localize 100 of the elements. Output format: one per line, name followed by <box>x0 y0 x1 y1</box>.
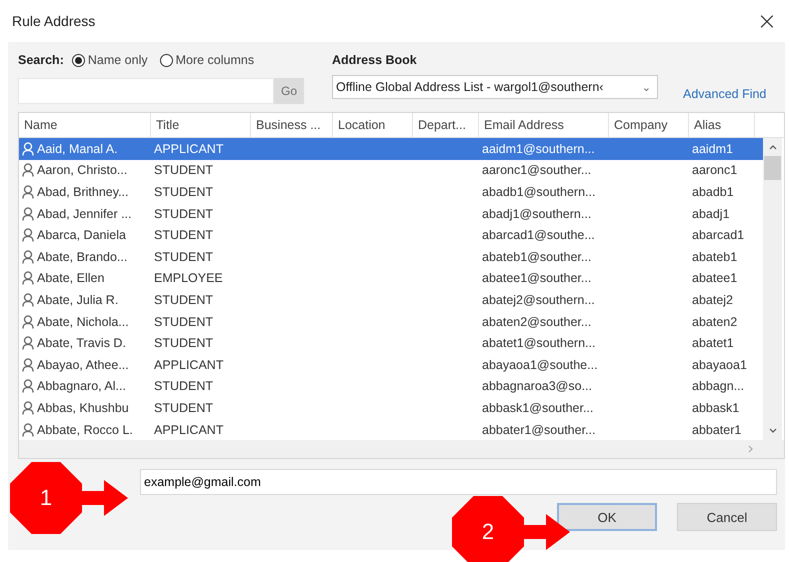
table-cell: APPLICANT <box>154 358 224 372</box>
person-icon <box>22 358 34 372</box>
advanced-find-link[interactable]: Advanced Find <box>683 87 766 101</box>
table-cell: abatee1@souther... <box>482 271 592 286</box>
scroll-right-icon[interactable] <box>748 445 754 454</box>
vertical-scrollbar[interactable] <box>763 138 782 440</box>
table-cell: Abate, Ellen <box>37 271 104 286</box>
table-cell: STUDENT <box>154 250 214 264</box>
contact-row[interactable]: Abate, Brando... STUDENT abateb1@souther... abateb1 <box>19 246 763 268</box>
contact-row[interactable]: Abbagnaro, Al... STUDENT abbagnaroa3@so... abbagn... <box>19 376 763 398</box>
table-cell: Abate, Nichola... <box>37 314 129 329</box>
table-cell: STUDENT <box>154 228 214 242</box>
table-cell: abayaoa1@southe... <box>482 358 598 372</box>
person-icon <box>22 271 34 286</box>
radio-label[interactable]: Name only <box>88 53 148 67</box>
contact-row[interactable]: Abad, Jennifer ... STUDENT abadj1@southern... abadj1 <box>19 202 763 224</box>
step-badge: 2 <box>452 496 524 562</box>
table-cell: abateb1@souther... <box>482 250 592 264</box>
table-cell: abatej2@southern... <box>482 292 595 307</box>
contact-row[interactable]: Abate, Julia R. STUDENT abatej2@southern... abatej2 <box>19 289 763 311</box>
table-cell: abbagn... <box>692 379 744 394</box>
column-header[interactable]: Name <box>19 113 151 137</box>
column-header[interactable]: Company <box>609 113 689 137</box>
person-icon <box>22 163 34 178</box>
table-cell: Abad, Brithney... <box>37 184 128 199</box>
go-button[interactable]: Go <box>274 78 304 104</box>
table-cell: abadj1 <box>692 206 730 221</box>
table-cell: abateb1 <box>692 250 738 264</box>
cancel-button[interactable]: Cancel <box>677 503 777 532</box>
person-icon <box>22 184 34 199</box>
table-cell: APPLICANT <box>154 142 224 156</box>
table-cell: abatee1 <box>692 271 738 286</box>
caret-icon: ⌄ <box>642 80 651 94</box>
table-cell: aaidm1@southern... <box>482 142 595 156</box>
address-book-label: Address Book <box>332 53 418 67</box>
radio-label[interactable]: More columns <box>176 53 254 67</box>
person-icon <box>22 228 34 242</box>
contact-row[interactable]: Abad, Brithney... STUDENT abadb1@southern... abadb1 <box>19 181 763 203</box>
scroll-thumb[interactable] <box>764 156 781 180</box>
table-cell: aaidm1 <box>692 142 733 156</box>
table-cell: Aaid, Manal A. <box>37 142 118 156</box>
table-cell: abatet1@southern... <box>482 336 596 350</box>
table-cell: aaronc1@souther... <box>482 163 592 178</box>
close-button[interactable]: × <box>752 7 781 35</box>
radio-button[interactable] <box>160 54 173 66</box>
table-cell: STUDENT <box>154 292 214 307</box>
person-icon <box>22 314 34 329</box>
table-cell: abarcad1 <box>692 228 744 242</box>
table-cell: STUDENT <box>154 400 214 415</box>
contact-row[interactable]: Aaron, Christo... STUDENT aaronc1@souther... aaronc1 <box>19 160 763 182</box>
table-cell: abayaoa1 <box>692 358 747 372</box>
table-cell: abadb1 <box>692 184 734 199</box>
contact-row[interactable]: Abbas, Khushbu STUDENT abbask1@souther... abbask1 <box>19 397 763 419</box>
table-cell: STUDENT <box>154 206 214 221</box>
contact-row[interactable]: Aaid, Manal A. APPLICANT aaidm1@southern... aaidm1 <box>19 138 763 160</box>
table-cell: Abate, Julia R. <box>37 292 118 307</box>
table-cell: APPLICANT <box>154 422 224 437</box>
contact-row[interactable]: Abate, Travis D. STUDENT abatet1@southern... abatet1 <box>19 332 763 354</box>
person-icon <box>22 422 34 437</box>
recipient-field[interactable]: example@gmail.com <box>140 469 777 496</box>
dropdown-value: Offline Global Address List - wargol1@southern‹ <box>336 80 604 94</box>
contact-row[interactable]: Abate, Ellen EMPLOYEE abatee1@souther... abatee1 <box>19 268 763 290</box>
table-cell: abaten2@souther... <box>482 314 592 329</box>
column-header[interactable]: Alias <box>689 113 755 137</box>
horizontal-scrollbar[interactable] <box>19 440 784 458</box>
table-cell: abarcad1@southe... <box>482 228 595 242</box>
person-icon <box>22 336 34 350</box>
table-cell: STUDENT <box>154 163 214 178</box>
table-cell: Abbate, Rocco L. <box>37 422 133 437</box>
table-cell: abbagnaroa3@so... <box>482 379 592 394</box>
contact-row[interactable]: Abate, Nichola... STUDENT abaten2@souther... abaten2 <box>19 310 763 332</box>
contact-row[interactable]: Abbate, Rocco L. APPLICANT abbater1@souther... abbater1 <box>19 418 763 440</box>
contact-row[interactable]: Abarca, Daniela STUDENT abarcad1@southe... abarcad1 <box>19 224 763 246</box>
search-label: Search: <box>18 53 64 67</box>
radio-button[interactable] <box>72 54 85 66</box>
table-cell: Abbagnaro, Al... <box>37 379 126 394</box>
person-icon <box>22 400 34 415</box>
column-header[interactable]: Business ... <box>251 113 333 137</box>
column-header[interactable]: Depart... <box>413 113 479 137</box>
scroll-down-icon[interactable] <box>768 428 776 434</box>
table-cell: abbask1 <box>692 400 740 415</box>
person-icon <box>22 292 34 307</box>
table-cell: abbater1@souther... <box>482 422 596 437</box>
column-header[interactable]: Title <box>151 113 251 137</box>
table-cell: STUDENT <box>154 379 214 394</box>
table-cell: abbask1@souther... <box>482 400 594 415</box>
address-book-dropdown[interactable]: Offline Global Address List - wargol1@southern‹ ⌄ <box>332 75 658 99</box>
arrow-icon <box>522 512 572 552</box>
table-cell: abatet1 <box>692 336 734 350</box>
table-cell: abadb1@southern... <box>482 184 596 199</box>
table-cell: abaten2 <box>692 314 738 329</box>
contact-row[interactable]: Abayao, Athee... APPLICANT abayaoa1@southe... abayaoa1 <box>19 354 763 376</box>
scroll-up-icon[interactable] <box>768 144 776 150</box>
table-cell: Abate, Brando... <box>37 250 128 264</box>
ok-button[interactable]: OK <box>557 503 657 532</box>
column-header[interactable]: Location <box>333 113 413 137</box>
table-cell: Abarca, Daniela <box>37 228 126 242</box>
column-header[interactable]: Email Address <box>479 113 609 137</box>
table-cell: Abad, Jennifer ... <box>37 206 132 221</box>
search-field[interactable] <box>18 78 274 104</box>
